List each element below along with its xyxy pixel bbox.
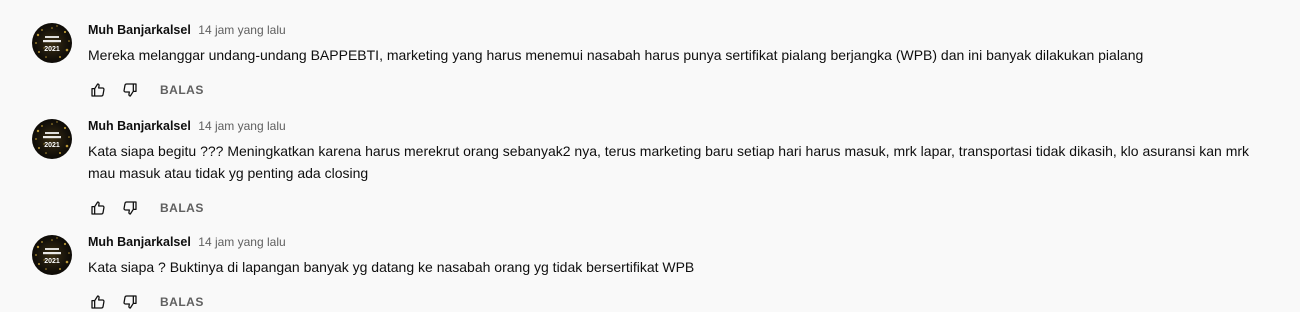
like-button[interactable]	[84, 74, 112, 106]
comment-body: Muh Banjarkalsel 14 jam yang lalu Kata s…	[88, 116, 1278, 224]
avatar[interactable]: 2021	[32, 235, 72, 275]
comment-header: Muh Banjarkalsel 14 jam yang lalu	[88, 116, 1278, 136]
comment-text: Kata siapa ? Buktinya di lapangan banyak…	[88, 259, 695, 275]
comment-body: Muh Banjarkalsel 14 jam yang lalu Mereka…	[88, 20, 1278, 106]
thumbs-down-icon	[123, 83, 137, 97]
comment-thread: 2021 Muh Banjarkalsel 14 jam yang lalu M…	[0, 0, 1300, 312]
avatar[interactable]: 2021	[32, 23, 72, 63]
comment-actions: BALAS	[88, 286, 1278, 312]
reply-button[interactable]: BALAS	[160, 74, 204, 106]
comment-text: Kata siapa begitu ??? Meningkatkan karen…	[88, 143, 1250, 181]
avatar-year: 2021	[44, 46, 60, 53]
comment-time[interactable]: 14 jam yang lalu	[198, 235, 285, 249]
comment-time[interactable]: 14 jam yang lalu	[198, 23, 285, 37]
comment-header: Muh Banjarkalsel 14 jam yang lalu	[88, 20, 1278, 40]
comment-time[interactable]: 14 jam yang lalu	[198, 119, 285, 133]
avatar-year: 2021	[44, 142, 60, 149]
dislike-button[interactable]	[116, 192, 144, 224]
comment-actions: BALAS	[88, 192, 1278, 224]
thumbs-down-icon	[123, 201, 137, 215]
avatar-image: 2021	[35, 121, 70, 154]
reply-button[interactable]: BALAS	[160, 192, 204, 224]
author-name[interactable]: Muh Banjarkalsel	[88, 23, 191, 37]
comment-header: Muh Banjarkalsel 14 jam yang lalu	[88, 232, 1278, 252]
like-button[interactable]	[84, 286, 112, 312]
avatar-image: 2021	[35, 237, 70, 270]
comment-actions: BALAS	[88, 74, 1278, 106]
reply-button[interactable]: BALAS	[160, 286, 204, 312]
avatar-image: 2021	[35, 25, 70, 58]
thumbs-up-icon	[91, 201, 105, 215]
avatar[interactable]: 2021	[32, 119, 72, 159]
thumbs-up-icon	[91, 295, 105, 309]
like-button[interactable]	[84, 192, 112, 224]
author-name[interactable]: Muh Banjarkalsel	[88, 235, 191, 249]
dislike-button[interactable]	[116, 74, 144, 106]
comment-text: Mereka melanggar undang-undang BAPPEBTI,…	[88, 47, 1144, 63]
author-name[interactable]: Muh Banjarkalsel	[88, 119, 191, 133]
comment-body: Muh Banjarkalsel 14 jam yang lalu Kata s…	[88, 232, 1278, 312]
dislike-button[interactable]	[116, 286, 144, 312]
thumbs-down-icon	[123, 295, 137, 309]
avatar-year: 2021	[44, 258, 60, 265]
thumbs-up-icon	[91, 83, 105, 97]
